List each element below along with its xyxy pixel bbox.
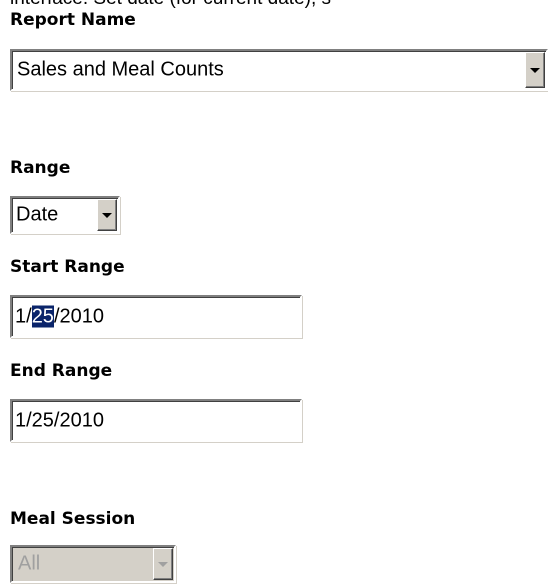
report-name-selected-value: Sales and Meal Counts: [17, 58, 224, 81]
range-select[interactable]: Date: [10, 196, 120, 234]
end-range-input[interactable]: 1/25/2010: [10, 399, 302, 442]
report-name-dropdown-button[interactable]: [525, 52, 545, 88]
meal-session-selected-value: All: [18, 552, 41, 575]
chevron-down-icon: [530, 68, 540, 73]
range-label: Range: [10, 158, 71, 178]
start-range-value-suffix: /2010: [53, 305, 104, 327]
meal-session-dropdown-button[interactable]: [153, 548, 173, 580]
start-range-value-prefix: 1/: [15, 305, 32, 327]
report-name-select[interactable]: Sales and Meal Counts: [10, 49, 548, 91]
start-range-value: 1/25/2010: [15, 305, 104, 328]
chevron-down-icon: [158, 562, 168, 567]
range-dropdown-button[interactable]: [97, 199, 117, 231]
start-range-label: Start Range: [10, 257, 125, 277]
meal-session-select[interactable]: All: [10, 545, 176, 583]
clipped-instruction-text: interface. Set date (for current date), …: [10, 0, 331, 10]
start-range-selected-text: 25: [31, 305, 54, 327]
range-selected-value: Date: [16, 203, 59, 226]
report-name-label: Report Name: [10, 10, 136, 30]
end-range-value: 1/25/2010: [15, 409, 104, 431]
end-range-label: End Range: [10, 361, 113, 381]
chevron-down-icon: [102, 213, 112, 218]
meal-session-label: Meal Session: [10, 509, 136, 529]
start-range-input[interactable]: 1/25/2010: [10, 295, 302, 338]
